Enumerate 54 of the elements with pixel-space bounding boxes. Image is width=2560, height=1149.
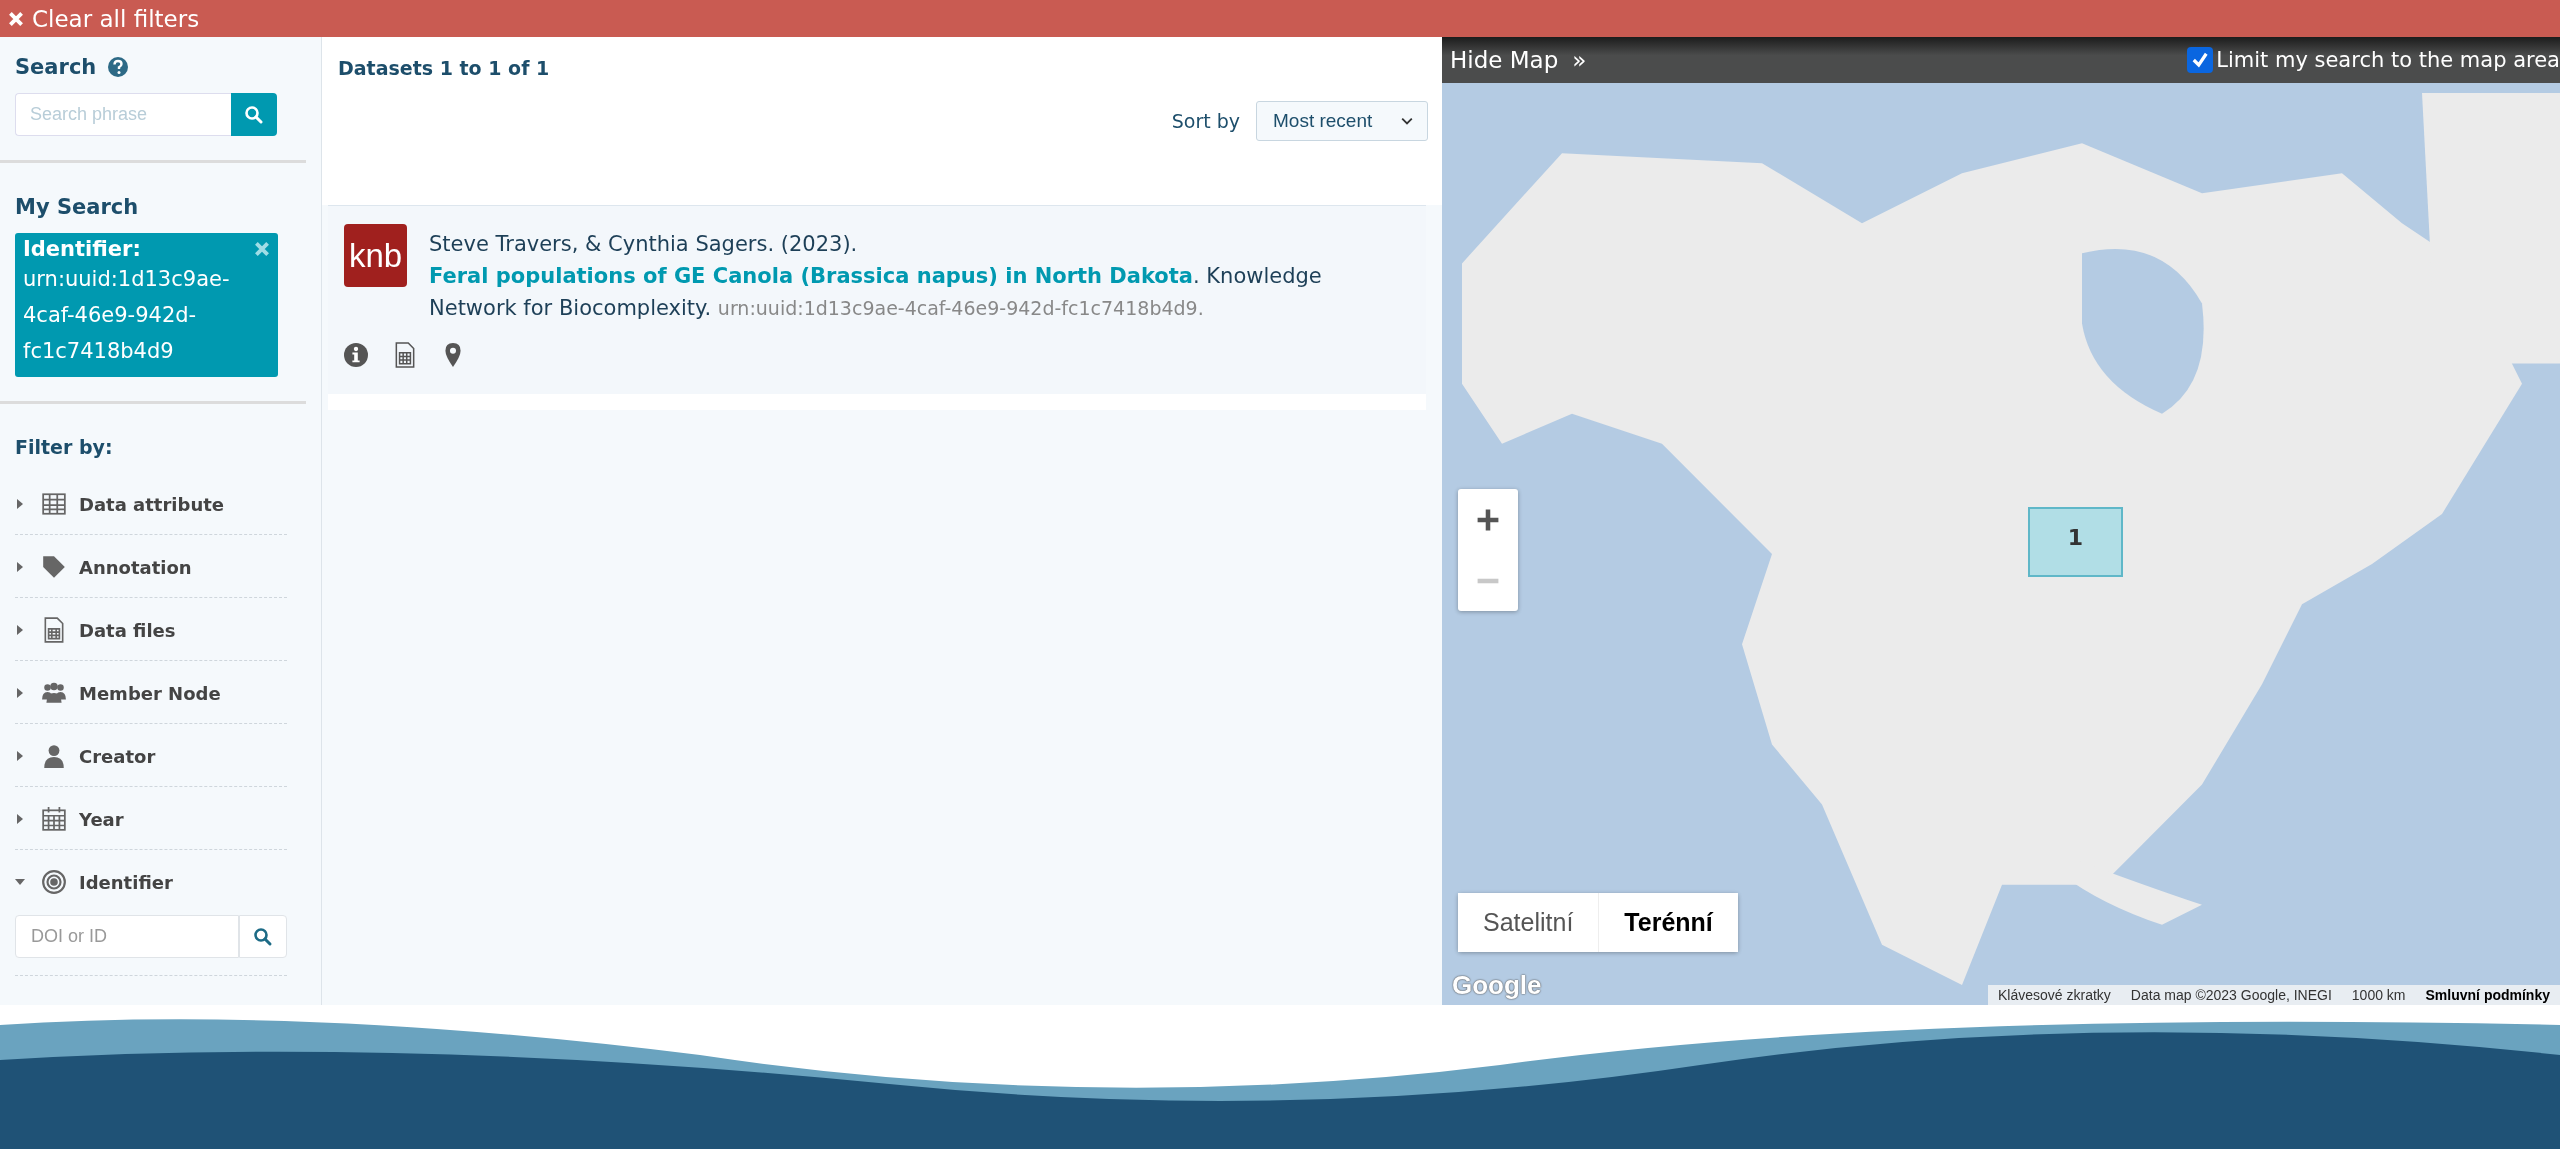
caret-icon[interactable] — [15, 560, 25, 574]
filter-section-label[interactable]: Data attribute — [79, 493, 225, 515]
search-icon — [253, 926, 273, 947]
caret-icon[interactable] — [15, 812, 25, 826]
filter-value: urn:uuid:1d13c9ae-4caf-46e9-942d-fc1c7418b4d9 — [23, 266, 231, 365]
map-attribution-text: Data map ©2023 Google, INEGI — [2129, 986, 2333, 1005]
spreadsheet-file-icon[interactable] — [394, 342, 416, 368]
filter-section-label[interactable]: Member Node — [79, 682, 221, 704]
calendar-icon — [41, 806, 67, 832]
map-logo: Google — [1452, 970, 1542, 1001]
help-icon[interactable] — [108, 57, 129, 77]
identifier-field[interactable]: DOI or ID — [15, 915, 239, 958]
search-button[interactable] — [231, 93, 277, 136]
caret-icon[interactable] — [15, 497, 25, 511]
filter-section-label[interactable]: Identifier — [79, 871, 173, 893]
citation: Steve Travers, & Cynthia Sagers. (2023). Feral populations of GE Canola (Brassica napus) in North Dakota. Knowledge Network for Biocomplexity. urn:uuid:1d13c9ae-4caf-46e9-942d-fc1c7418b4d9. — [429, 231, 1323, 322]
search-field[interactable]: Search phrase — [15, 93, 231, 136]
person-icon — [41, 743, 67, 769]
filter-by-title: Filter by: — [15, 436, 113, 458]
filter-section-label[interactable]: Year — [79, 808, 124, 830]
chevron-icon — [1401, 117, 1413, 125]
hide-map-button[interactable]: Hide Map » — [1450, 47, 1587, 73]
cluster-count: 1 — [2067, 525, 2084, 551]
map-type-button[interactable]: Terénní — [1598, 893, 1738, 952]
limit-label: Limit my search to the map area — [2216, 48, 2560, 72]
table-icon — [41, 491, 67, 517]
sort-dropdown[interactable]: Most recent — [1256, 101, 1428, 141]
limit-checkbox[interactable] — [2187, 47, 2214, 73]
map-attribution-text: Klávesové zkratky — [1997, 986, 2112, 1005]
caret-icon[interactable] — [15, 686, 25, 700]
filter-label: Identifier: — [23, 237, 141, 261]
group-icon — [41, 680, 67, 706]
identifier-search-button[interactable] — [239, 915, 287, 958]
map-attribution-text: 1000 km — [2350, 986, 2407, 1005]
my-search-title: My Search — [15, 195, 139, 219]
info-icon[interactable] — [344, 343, 368, 367]
repository-logo: knb — [344, 224, 407, 287]
location-pin-icon[interactable] — [442, 342, 464, 368]
search-title: Search — [15, 55, 97, 79]
results-count: Datasets 1 to 1 of 1 — [338, 57, 551, 79]
filter-section-label[interactable]: Creator — [79, 745, 156, 767]
tag-icon — [41, 554, 67, 580]
filter-section-label[interactable]: Data files — [79, 619, 176, 641]
search-icon — [244, 104, 264, 125]
target-icon — [41, 869, 67, 895]
caret-icon[interactable] — [15, 749, 25, 763]
sort-label: Sort by — [1171, 110, 1240, 132]
caret-icon[interactable] — [15, 623, 25, 637]
filter-section-label[interactable]: Annotation — [79, 556, 192, 578]
close-icon — [8, 10, 24, 27]
map-type-button[interactable]: Satelitní — [1458, 893, 1599, 952]
map-result-area[interactable]: 1 — [2028, 507, 2123, 577]
clear-filters-button[interactable]: Clear all filters — [0, 0, 208, 37]
map-attribution-text: Smluvní podmínky — [2424, 986, 2551, 1005]
